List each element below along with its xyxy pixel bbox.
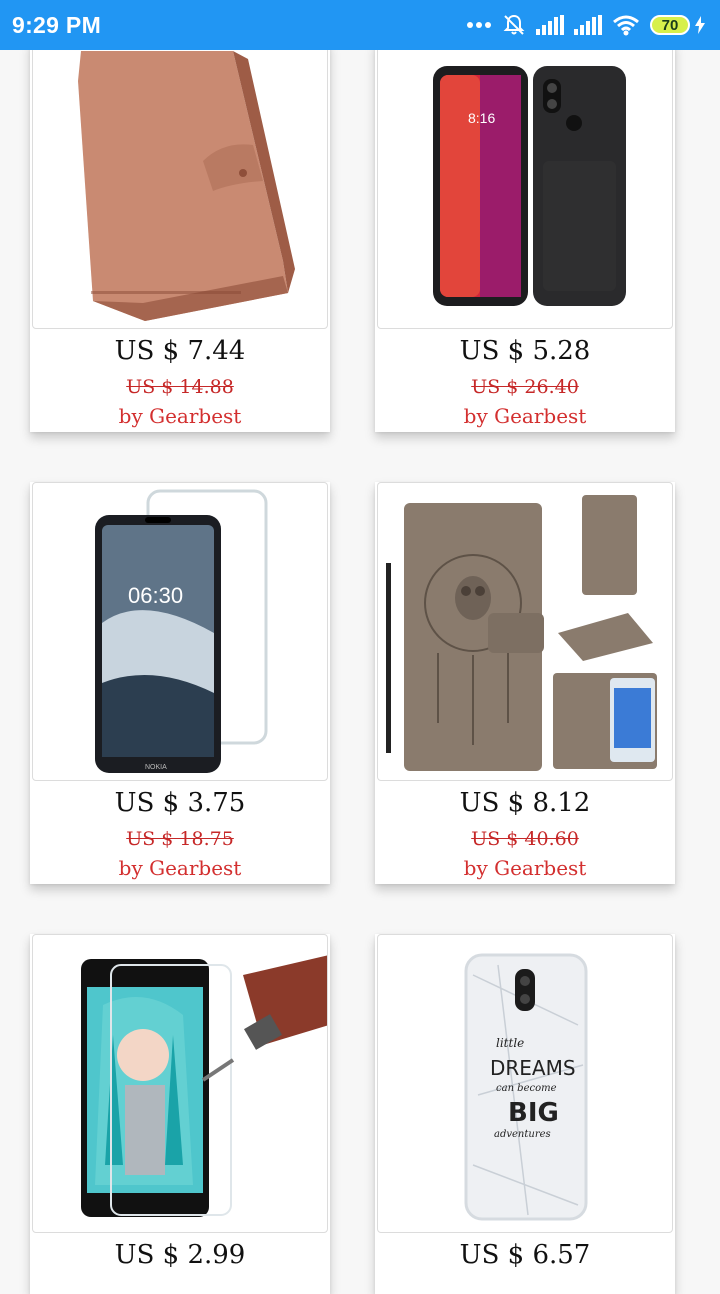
original-price: US $ 18.75 [126, 828, 234, 850]
product-price: US $ 2.99 [114, 1240, 246, 1270]
svg-text:DREAMS: DREAMS [490, 1056, 576, 1080]
signal-icon [536, 15, 564, 35]
product-feed[interactable]: US $ 7.44 US $ 14.88 by Gearbest 8:16 US… [0, 0, 720, 1294]
product-image[interactable]: little DREAMS can become BIG adventures [377, 934, 673, 1233]
status-time: 9:29 PM [12, 11, 102, 38]
svg-text:06:30: 06:30 [128, 583, 183, 608]
product-price: US $ 7.44 [114, 336, 246, 366]
wallet-case-image [78, 51, 295, 321]
product-card[interactable]: US $ 7.44 US $ 14.88 by Gearbest [30, 40, 330, 432]
marble-case-image: little DREAMS can become BIG adventures [464, 953, 588, 1221]
anime-protector-image [81, 955, 327, 1217]
product-card[interactable]: US $ 8.12 US $ 40.60 by Gearbest [375, 482, 675, 884]
signal-icon-2 [574, 15, 602, 35]
product-image[interactable] [32, 934, 328, 1233]
svg-text:little: little [496, 1036, 524, 1050]
product-price: US $ 3.75 [114, 788, 246, 818]
product-image[interactable]: 06:30 NOKIA [32, 482, 328, 781]
product-card[interactable]: 06:30 NOKIA US $ 3.75 US $ 18.75 by Gear… [30, 482, 330, 884]
wifi-icon [613, 15, 639, 36]
product-price: US $ 6.57 [459, 1240, 591, 1270]
seller-label: by Gearbest [463, 856, 587, 880]
seller-label: by Gearbest [118, 856, 242, 880]
original-price: US $ 26.40 [471, 376, 579, 398]
product-card[interactable]: US $ 2.99 [30, 934, 330, 1294]
battery-indicator: 70 [650, 15, 706, 35]
product-image[interactable] [377, 482, 673, 781]
status-icons: 70 [466, 13, 706, 37]
product-price: US $ 8.12 [459, 788, 591, 818]
product-card[interactable]: 8:16 US $ 5.28 US $ 26.40 by Gearbest [375, 40, 675, 432]
original-price: US $ 14.88 [126, 376, 234, 398]
seller-label: by Gearbest [463, 404, 587, 428]
battery-level: 70 [650, 15, 690, 35]
product-price: US $ 5.28 [459, 336, 591, 366]
screen-protector-image: 06:30 NOKIA [95, 489, 268, 773]
charging-icon [695, 16, 705, 34]
svg-text:can become: can become [496, 1083, 557, 1094]
black-case-image: 8:16 [433, 66, 626, 306]
svg-text:8:16: 8:16 [468, 110, 495, 126]
svg-text:NOKIA: NOKIA [145, 764, 167, 771]
owl-wallet-case-image [386, 495, 657, 771]
svg-text:adventures: adventures [494, 1129, 551, 1140]
product-image[interactable] [32, 40, 328, 329]
svg-text:BIG: BIG [508, 1098, 559, 1128]
seller-label: by Gearbest [118, 404, 242, 428]
original-price: US $ 40.60 [471, 828, 579, 850]
status-bar: 9:29 PM 70 [0, 0, 720, 50]
product-card[interactable]: little DREAMS can become BIG adventures … [375, 934, 675, 1294]
notifications-off-icon [503, 14, 525, 35]
more-notifications-icon [467, 22, 491, 28]
product-image[interactable]: 8:16 [377, 40, 673, 329]
